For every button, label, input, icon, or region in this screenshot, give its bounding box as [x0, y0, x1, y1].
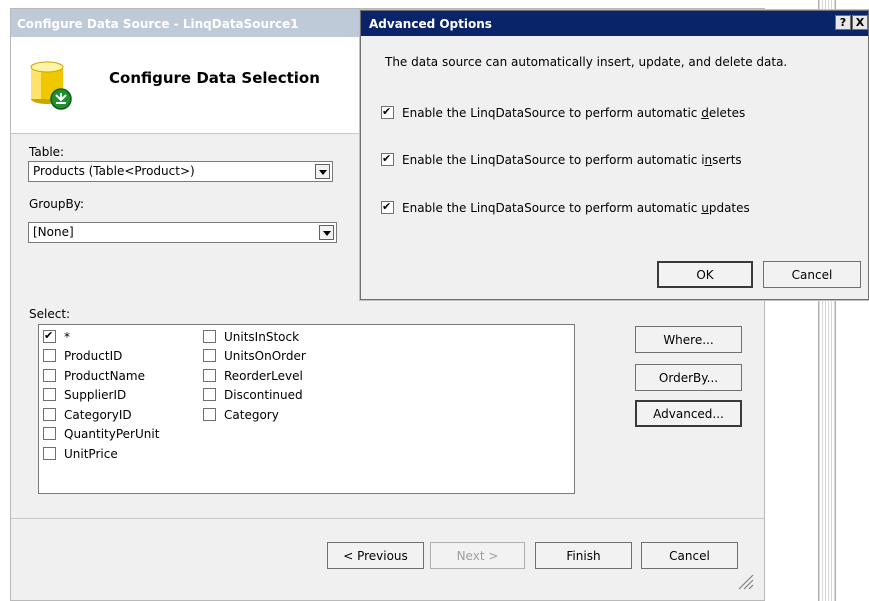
chevron-down-icon[interactable] — [315, 164, 330, 179]
list-item[interactable]: ProductName — [43, 369, 145, 383]
checkbox[interactable] — [381, 199, 394, 215]
advanced-options-dialog: Advanced Options ? X The data source can… — [360, 10, 869, 300]
advanced-options-title: Advanced Options — [369, 17, 492, 31]
checkbox[interactable] — [43, 349, 56, 362]
resize-grip-icon[interactable] — [733, 569, 755, 591]
database-icon — [30, 61, 72, 110]
checkbox[interactable] — [203, 369, 216, 382]
list-item[interactable]: QuantityPerUnit — [43, 427, 159, 441]
list-item[interactable]: * — [43, 328, 70, 344]
table-label: Table: — [29, 145, 65, 159]
checkbox[interactable] — [43, 427, 56, 440]
advanced-cancel-button[interactable]: Cancel — [763, 261, 861, 288]
groupby-combobox[interactable]: [None] — [28, 222, 337, 243]
checkbox[interactable] — [43, 408, 56, 421]
checkbox[interactable] — [43, 447, 56, 460]
divider — [11, 518, 764, 519]
finish-button[interactable]: Finish — [535, 542, 632, 569]
list-item[interactable]: ProductID — [43, 349, 122, 363]
chevron-down-icon[interactable] — [319, 225, 334, 240]
checkbox[interactable] — [43, 328, 56, 344]
ok-button[interactable]: OK — [657, 261, 753, 288]
enable-inserts-option[interactable]: Enable the LinqDataSource to perform aut… — [381, 151, 742, 167]
select-column-list[interactable]: * ProductID ProductName SupplierID Categ… — [38, 324, 575, 494]
enable-deletes-option[interactable]: Enable the LinqDataSource to perform aut… — [381, 104, 745, 120]
checkbox[interactable] — [381, 151, 394, 167]
list-item[interactable]: SupplierID — [43, 388, 126, 402]
dialog-title: Configure Data Source - LinqDataSource1 — [17, 17, 299, 31]
advanced-button[interactable]: Advanced... — [635, 400, 742, 427]
orderby-button[interactable]: OrderBy... — [635, 364, 742, 391]
where-button[interactable]: Where... — [635, 326, 742, 353]
select-label: Select: — [29, 307, 71, 321]
close-button[interactable]: X — [852, 15, 868, 30]
checkbox[interactable] — [43, 388, 56, 401]
cancel-button[interactable]: Cancel — [641, 542, 738, 569]
list-item[interactable]: UnitsInStock — [203, 330, 299, 344]
groupby-combobox-value: [None] — [33, 225, 74, 239]
list-item[interactable]: ReorderLevel — [203, 369, 303, 383]
checkbox[interactable] — [203, 349, 216, 362]
page-title: Configure Data Selection — [109, 69, 320, 87]
list-item[interactable]: UnitsOnOrder — [203, 349, 306, 363]
checkbox[interactable] — [381, 104, 394, 120]
list-item[interactable]: UnitPrice — [43, 447, 118, 461]
checkbox[interactable] — [203, 330, 216, 343]
list-item[interactable]: CategoryID — [43, 408, 132, 422]
table-combobox[interactable]: Products (Table<Product>) — [28, 161, 333, 182]
help-button[interactable]: ? — [835, 15, 851, 30]
groupby-label: GroupBy: — [29, 197, 85, 211]
advanced-options-title-bar: Advanced Options — [361, 11, 868, 36]
checkbox[interactable] — [43, 369, 56, 382]
next-button[interactable]: Next > — [430, 542, 525, 569]
checkbox[interactable] — [203, 388, 216, 401]
advanced-description: The data source can automatically insert… — [385, 55, 788, 69]
table-combobox-value: Products (Table<Product>) — [33, 164, 195, 178]
list-item[interactable]: Category — [203, 408, 279, 422]
checkbox[interactable] — [203, 408, 216, 421]
enable-updates-option[interactable]: Enable the LinqDataSource to perform aut… — [381, 199, 750, 215]
list-item[interactable]: Discontinued — [203, 388, 303, 402]
previous-button[interactable]: < Previous — [327, 542, 424, 569]
